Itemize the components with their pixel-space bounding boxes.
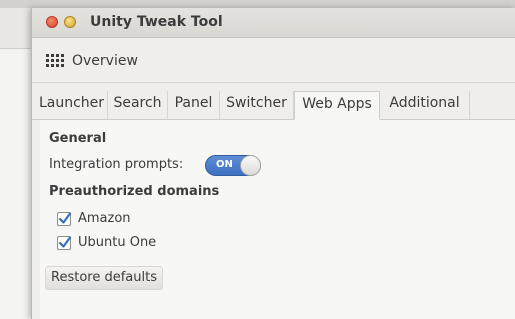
tab-web-apps[interactable]: Web Apps (294, 91, 380, 120)
ubuntu-one-label: Ubuntu One (78, 235, 157, 250)
amazon-label: Amazon (78, 211, 131, 226)
tab-launcher[interactable]: Launcher (36, 91, 108, 119)
general-heading: General (49, 131, 107, 146)
tab-bar: Launcher Search Panel Switcher Web Apps … (32, 91, 515, 120)
title-bar: Unity Tweak Tool (32, 8, 515, 38)
amazon-checkbox-row[interactable]: Amazon (57, 211, 131, 226)
integration-prompts-switch[interactable]: ON (205, 155, 261, 176)
check-icon (58, 235, 72, 248)
tab-panel[interactable]: Panel (168, 91, 220, 119)
restore-defaults-button[interactable]: Restore defaults (45, 266, 163, 290)
amazon-checkbox[interactable] (57, 211, 72, 226)
check-icon (58, 211, 72, 224)
ubuntu-one-checkbox-row[interactable]: Ubuntu One (57, 235, 156, 250)
desktop-background (0, 0, 515, 8)
overview-button[interactable]: Overview (46, 50, 138, 72)
grid-icon (46, 54, 66, 68)
tab-search[interactable]: Search (108, 91, 168, 119)
window-title: Unity Tweak Tool (90, 14, 223, 30)
switch-knob (240, 155, 261, 176)
tab-switcher[interactable]: Switcher (220, 91, 294, 119)
integration-prompts-label: Integration prompts: (49, 157, 184, 172)
toolbar: Overview (32, 38, 515, 83)
switch-state-label: ON (216, 159, 233, 170)
background-window (0, 8, 31, 319)
preauthorized-domains-heading: Preauthorized domains (49, 184, 220, 199)
ubuntu-one-checkbox[interactable] (57, 235, 72, 250)
minimize-window-button[interactable] (64, 16, 76, 28)
close-window-button[interactable] (46, 16, 58, 28)
background-window-toolbar (0, 8, 31, 49)
web-apps-panel: General Integration prompts: ON Preautho… (40, 120, 515, 319)
overview-label: Overview (72, 53, 138, 69)
unity-tweak-tool-window: Unity Tweak Tool Overview Launcher Searc… (31, 8, 515, 319)
tab-additional[interactable]: Additional (380, 91, 470, 119)
